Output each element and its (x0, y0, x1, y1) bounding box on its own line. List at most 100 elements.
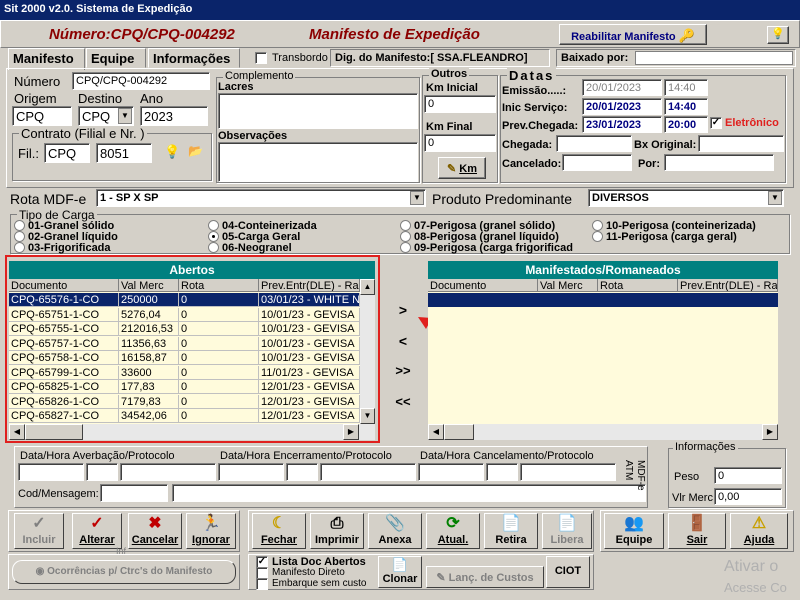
table-row[interactable]: CPQ-65757-1-CO 11356,63 0 10/01/23 - GEVISA (9, 336, 360, 351)
scroll-up-icon[interactable]: ▲ (360, 279, 375, 295)
table-row[interactable]: CPQ-65826-1-CO 7179,83 0 12/01/23 - GEVISA (9, 394, 360, 409)
chevron-down-icon[interactable]: ▼ (410, 191, 424, 205)
manifestados-hscroll[interactable]: ◀ ▶ (428, 424, 778, 440)
table-row[interactable]: CPQ-65755-1-CO 212016,53 0 10/01/23 - GEVIS… (9, 322, 360, 336)
radio-button[interactable] (14, 231, 25, 242)
prev-chegada-date[interactable]: 23/01/2023 (582, 116, 662, 133)
cancelamento-protocolo[interactable] (520, 463, 616, 481)
table-row[interactable]: CPQ-65751-1-CO 5276,04 0 10/01/23 - GEVISA (9, 307, 360, 322)
column-header[interactable]: Val Merc (119, 279, 179, 292)
chevron-down-icon[interactable]: ▼ (768, 191, 782, 205)
radio-button[interactable] (400, 242, 411, 253)
observacoes-field[interactable] (218, 142, 418, 182)
scroll-down-icon[interactable]: ▼ (360, 408, 375, 424)
contrato-nr-field[interactable]: 8051 (96, 143, 152, 163)
radio-button[interactable] (14, 220, 25, 231)
averbacao-date[interactable] (18, 463, 84, 481)
radio-button[interactable] (14, 242, 25, 253)
radio-button[interactable] (592, 220, 603, 231)
cancelamento-time[interactable] (486, 463, 518, 481)
cancelado-field[interactable] (562, 154, 632, 171)
emissao-date[interactable]: 20/01/2023 (582, 79, 662, 96)
km-inicial-field[interactable]: 0 (424, 95, 496, 113)
numero-field[interactable]: CPQ/CPQ-004292 (72, 72, 210, 90)
radio-button[interactable] (208, 220, 219, 231)
peso-field[interactable]: 0 (714, 467, 782, 484)
baixado-field[interactable] (635, 51, 793, 65)
chegada-field[interactable] (556, 135, 632, 152)
alterar-button[interactable]: ✓ Alterar (72, 513, 122, 549)
radio-button[interactable] (592, 231, 603, 242)
equipe-button[interactable]: 👥 Equipe (604, 513, 664, 549)
encerramento-date[interactable] (218, 463, 284, 481)
radio-button[interactable] (208, 231, 219, 242)
por-field[interactable] (664, 154, 774, 171)
scroll-thumb[interactable] (444, 424, 474, 440)
inic-servico-time[interactable]: 14:40 (664, 98, 708, 115)
radio-button[interactable] (400, 231, 411, 242)
emissao-time[interactable]: 14:40 (664, 79, 708, 96)
averbacao-time[interactable] (86, 463, 118, 481)
encerramento-time[interactable] (286, 463, 318, 481)
move-all-button[interactable]: >> (386, 363, 420, 385)
ciot-button[interactable]: CIOT (546, 556, 590, 588)
back-all-button[interactable]: << (386, 394, 420, 416)
table-row[interactable]: CPQ-65799-1-CO 33600 0 11/01/23 - GEVISA (9, 365, 360, 380)
lanc-custos-button[interactable]: ✎ Lanç. de Custos (426, 566, 544, 588)
rota-select[interactable]: 1 - SP X SP ▼ (96, 189, 426, 207)
encerramento-protocolo[interactable] (320, 463, 416, 481)
tipo-carga-option[interactable]: 11-Perigosa (carga geral) (592, 231, 737, 243)
cancelar-button[interactable]: ✖ Cancelar (128, 513, 182, 549)
ocorrencias-button[interactable]: ◉ Ocorrências p/ Ctrc's do Manifesto (12, 560, 236, 584)
folder-icon[interactable]: 📂 (188, 144, 203, 158)
origem-field[interactable]: CPQ (12, 106, 72, 126)
tipo-carga-option[interactable]: 03-Frigorificada (14, 242, 111, 254)
tipo-carga-option[interactable]: 06-Neogranel (208, 242, 292, 254)
column-header[interactable]: Documento (9, 279, 119, 292)
eletronico-checkbox[interactable]: ✓ (710, 117, 722, 129)
table-row[interactable]: CPQ-65827-1-CO 34542,06 0 12/01/23 - GEVISA (9, 409, 360, 423)
sair-button[interactable]: 🚪 Sair (668, 513, 726, 549)
scroll-left-icon[interactable]: ◀ (9, 424, 25, 440)
embarque-checkbox[interactable] (256, 578, 268, 590)
manifestados-grid[interactable]: Documento Val Merc Rota Prev.Entr(DLE) - Ra (428, 279, 778, 424)
reabilitar-manifesto-button[interactable]: Reabilitar Manifesto 🔑 (559, 24, 707, 45)
abertos-vscroll[interactable]: ▲ ▼ (360, 279, 375, 424)
table-row[interactable]: CPQ-65758-1-CO 16158,87 0 10/01/23 - GEVISA (9, 351, 360, 365)
incluir-button[interactable]: ✓ Incluir (14, 513, 64, 549)
selected-row[interactable] (428, 293, 778, 307)
atual-button[interactable]: ⟳ Atual. (426, 513, 480, 549)
anexa-button[interactable]: 📎 Anexa (368, 513, 422, 549)
transbordo-checkbox[interactable] (255, 52, 267, 64)
table-row[interactable]: CPQ-65576-1-CO 250000 0 03/01/23 - WHITE N (9, 293, 360, 307)
column-header[interactable]: Val Merc (538, 279, 598, 292)
chevron-down-icon[interactable]: ▼ (118, 108, 132, 124)
lightbulb-icon[interactable]: 💡 (164, 144, 180, 160)
abertos-hscroll[interactable]: ◀ ▶ (9, 424, 375, 440)
ajuda-button[interactable]: ⚠ Ajuda (730, 513, 788, 549)
bx-original-field[interactable] (698, 135, 784, 152)
ignorar-button[interactable]: 🏃 Ignorar (186, 513, 236, 549)
scroll-left-icon[interactable]: ◀ (428, 424, 444, 440)
scroll-right-icon[interactable]: ▶ (343, 424, 359, 440)
tab-informacoes[interactable]: Informações (148, 48, 240, 68)
km-button[interactable]: ✎ Km (438, 157, 486, 179)
inic-servico-date[interactable]: 20/01/2023 (582, 98, 662, 115)
imprimir-button[interactable]: ⎙ Imprimir (310, 513, 364, 549)
fil-field[interactable]: CPQ (44, 143, 90, 163)
column-header[interactable]: Rota (179, 279, 259, 292)
table-row[interactable]: CPQ-65825-1-CO 177,83 0 12/01/23 - GEVISA (9, 380, 360, 394)
cancelamento-date[interactable] (418, 463, 484, 481)
tipo-carga-option[interactable]: 09-Perigosa (carga frigorificad (400, 242, 573, 254)
radio-button[interactable] (400, 220, 411, 231)
produto-select[interactable]: DIVERSOS ▼ (588, 189, 784, 207)
tab-equipe[interactable]: Equipe (86, 48, 146, 68)
scroll-thumb[interactable] (25, 424, 83, 440)
clonar-button[interactable]: 📄 Clonar (378, 556, 422, 588)
column-header[interactable]: Prev.Entr(DLE) - Raz (259, 279, 360, 292)
lacres-field[interactable] (218, 93, 418, 129)
mensagem-field[interactable] (172, 484, 646, 502)
libera-button[interactable]: 📄 Libera (542, 513, 592, 549)
scroll-right-icon[interactable]: ▶ (762, 424, 778, 440)
radio-button[interactable] (208, 242, 219, 253)
